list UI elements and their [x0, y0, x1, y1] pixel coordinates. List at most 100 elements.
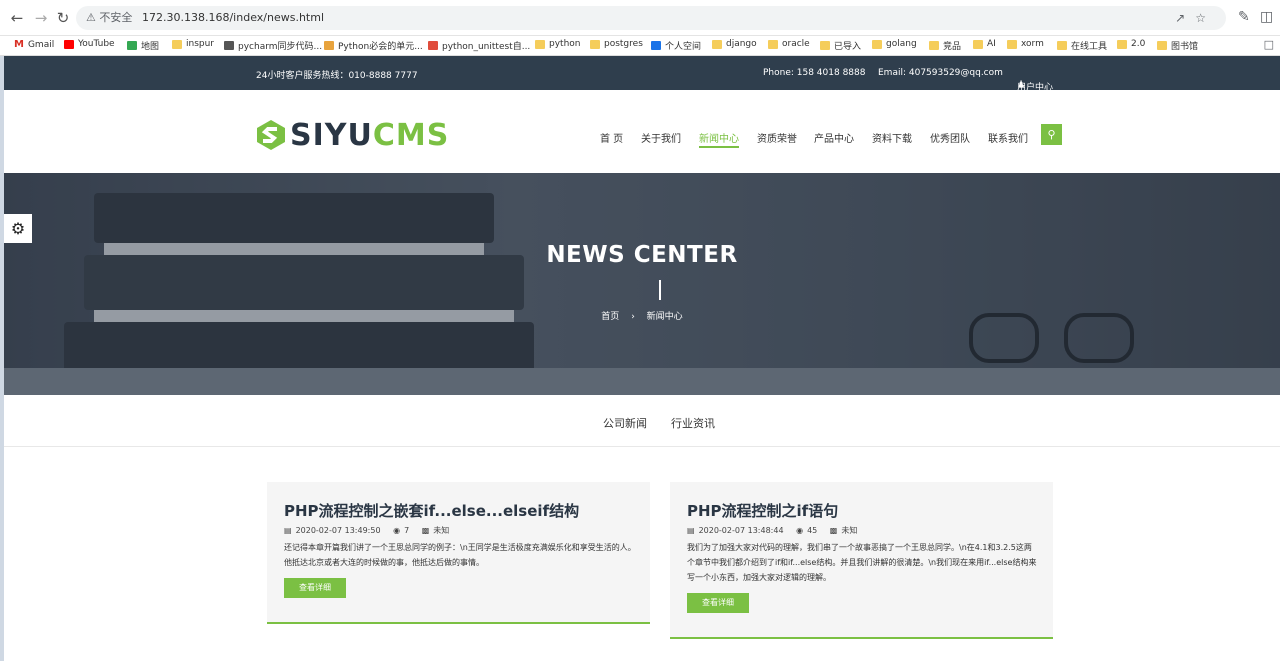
- youtube-icon: [64, 39, 74, 49]
- logo-text-part2: CMS: [372, 117, 450, 153]
- read-more-button[interactable]: 查看详细: [687, 593, 749, 613]
- bookmark-label: 地图: [141, 42, 160, 52]
- bookmark-item[interactable]: 图书馆: [1157, 39, 1198, 52]
- gear-icon: ⚙: [10, 219, 26, 238]
- read-more-button[interactable]: 查看详细: [284, 578, 346, 598]
- bookmark-label: inspur: [186, 39, 215, 49]
- bookmark-label: 已导入: [834, 42, 862, 52]
- url-text[interactable]: 172.30.138.168/index/news.html: [142, 6, 324, 30]
- logo-text: SIYUCMS: [290, 118, 449, 153]
- bookmark-label: Gmail: [27, 39, 55, 50]
- bookmark-item[interactable]: inspur: [172, 39, 214, 49]
- bookmarks-bar: M Gmail YouTube 地图 inspur pycharm同步代码... …: [0, 36, 1280, 56]
- bookmark-label: pycharm同步代码...: [238, 42, 323, 52]
- bookmark-label: YouTube: [78, 39, 115, 49]
- bookmarks-more-icon[interactable]: □: [1264, 38, 1274, 51]
- address-bar[interactable]: ⚠ 不安全 172.30.138.168/index/news.html ↗☆: [76, 6, 1226, 30]
- nav-about[interactable]: 关于我们: [641, 130, 681, 145]
- bookmark-label: 图书馆: [1171, 42, 1199, 52]
- site-header: SIYUCMS 首 页 关于我们 新闻中心 资质荣誉 产品中心 资料下载 优秀团…: [4, 90, 1280, 173]
- news-summary: 还记得本章开篇我们讲了一个王思总同学的例子：\n王同学是生活极度充满娱乐化和享受…: [284, 543, 636, 567]
- bookmark-item[interactable]: 已导入: [820, 39, 861, 52]
- bookmark-item[interactable]: xorm: [1007, 39, 1044, 49]
- bookmark-label: 个人空间: [665, 42, 702, 52]
- news-title[interactable]: PHP流程控制之嵌套if...else...elseif结构: [284, 500, 579, 521]
- bookmark-item[interactable]: oracle: [768, 39, 810, 49]
- chevron-right-icon: ›: [631, 312, 635, 322]
- bookmark-item[interactable]: M Gmail: [14, 39, 54, 50]
- hero-overlay: [4, 173, 1280, 395]
- bookmark-label: 在线工具: [1071, 42, 1108, 52]
- bookmark-label: golang: [886, 39, 917, 49]
- gmail-icon: M: [14, 39, 24, 50]
- star-icon[interactable]: ☆: [1195, 11, 1216, 25]
- sidepanel-icon[interactable]: ◫: [1260, 9, 1273, 25]
- site-logo[interactable]: SIYUCMS: [256, 118, 449, 153]
- news-author: 未知: [433, 526, 450, 535]
- bookmark-item[interactable]: 地图: [127, 39, 159, 52]
- search-button[interactable]: ⚲: [1041, 124, 1062, 145]
- bookmark-item[interactable]: golang: [872, 39, 917, 49]
- bookmark-item[interactable]: python_unittest自...: [428, 39, 530, 52]
- forward-icon[interactable]: →: [32, 9, 50, 27]
- page-icon: [324, 41, 334, 50]
- bookmark-item[interactable]: 个人空间: [651, 39, 701, 52]
- browser-toolbar: ← → ↻ ⚠ 不安全 172.30.138.168/index/news.ht…: [0, 0, 1280, 36]
- bookmark-item[interactable]: Python必会的单元...: [324, 39, 423, 52]
- back-icon[interactable]: ←: [8, 9, 26, 27]
- folder-icon: [973, 39, 983, 49]
- calendar-icon: ▤: [687, 526, 695, 535]
- nav-home[interactable]: 首 页: [600, 130, 623, 145]
- breadcrumb-home[interactable]: 首页: [601, 312, 619, 322]
- bookmark-label: xorm: [1021, 39, 1044, 49]
- reload-icon[interactable]: ↻: [54, 9, 72, 27]
- bookmark-item[interactable]: pycharm同步代码...: [224, 39, 322, 52]
- bookmark-item[interactable]: 竞品: [929, 39, 961, 52]
- nav-news[interactable]: 新闻中心: [699, 130, 739, 148]
- share-icon[interactable]: ↗: [1175, 11, 1195, 25]
- nav-contact[interactable]: 联系我们: [988, 130, 1028, 145]
- news-title[interactable]: PHP流程控制之if语句: [687, 500, 838, 521]
- folder-icon: [1157, 41, 1167, 50]
- news-views: 45: [807, 526, 818, 535]
- calendar-icon: ▤: [284, 526, 292, 535]
- bookmark-label: python: [549, 39, 581, 49]
- bookmark-item[interactable]: YouTube: [64, 39, 115, 49]
- hero-title: NEWS CENTER: [546, 242, 738, 268]
- security-warning[interactable]: ⚠ 不安全: [86, 6, 132, 30]
- news-date: 2020-02-07 13:48:44: [698, 526, 784, 535]
- email-text: Email: 407593529@qq.com: [878, 68, 1003, 78]
- logo-icon: [257, 120, 285, 150]
- settings-button[interactable]: ⚙: [4, 214, 32, 243]
- folder-icon: [1057, 41, 1067, 50]
- bookmark-label: 2.0: [1131, 39, 1146, 49]
- extensions-icon[interactable]: ✎: [1238, 9, 1250, 25]
- bookmark-item[interactable]: 在线工具: [1057, 39, 1107, 52]
- news-meta: ▤ 2020-02-07 13:48:44 ◉ 45 ▩ 未知: [687, 525, 857, 536]
- author-icon: ▩: [829, 526, 838, 535]
- folder-icon: [535, 39, 545, 49]
- bookmark-icon: [651, 41, 661, 50]
- folder-icon: [768, 39, 778, 49]
- eye-icon: ◉: [393, 526, 401, 535]
- card-accent-line: [267, 622, 650, 624]
- tab-industry-news[interactable]: 行业资讯: [671, 415, 715, 431]
- bookmark-label: python_unittest自...: [442, 42, 531, 52]
- maps-icon: [127, 41, 137, 50]
- breadcrumb-current: 新闻中心: [646, 312, 683, 322]
- bookmark-item[interactable]: postgres: [590, 39, 643, 49]
- bookmark-label: 竞品: [943, 42, 962, 52]
- nav-downloads[interactable]: 资料下载: [872, 130, 912, 145]
- folder-icon: [929, 41, 939, 50]
- folder-icon: [712, 39, 722, 49]
- logo-text-part1: SIYU: [290, 117, 373, 153]
- bookmark-item[interactable]: django: [712, 39, 757, 49]
- bookmark-item[interactable]: AI: [973, 39, 996, 49]
- bookmark-item[interactable]: 2.0: [1117, 39, 1145, 49]
- nav-honors[interactable]: 资质荣誉: [757, 130, 797, 145]
- news-list: PHP流程控制之嵌套if...else...elseif结构 ▤ 2020-02-…: [4, 448, 1280, 661]
- nav-team[interactable]: 优秀团队: [930, 130, 970, 145]
- tab-company-news[interactable]: 公司新闻: [603, 415, 647, 431]
- nav-products[interactable]: 产品中心: [814, 130, 854, 145]
- bookmark-item[interactable]: python: [535, 39, 580, 49]
